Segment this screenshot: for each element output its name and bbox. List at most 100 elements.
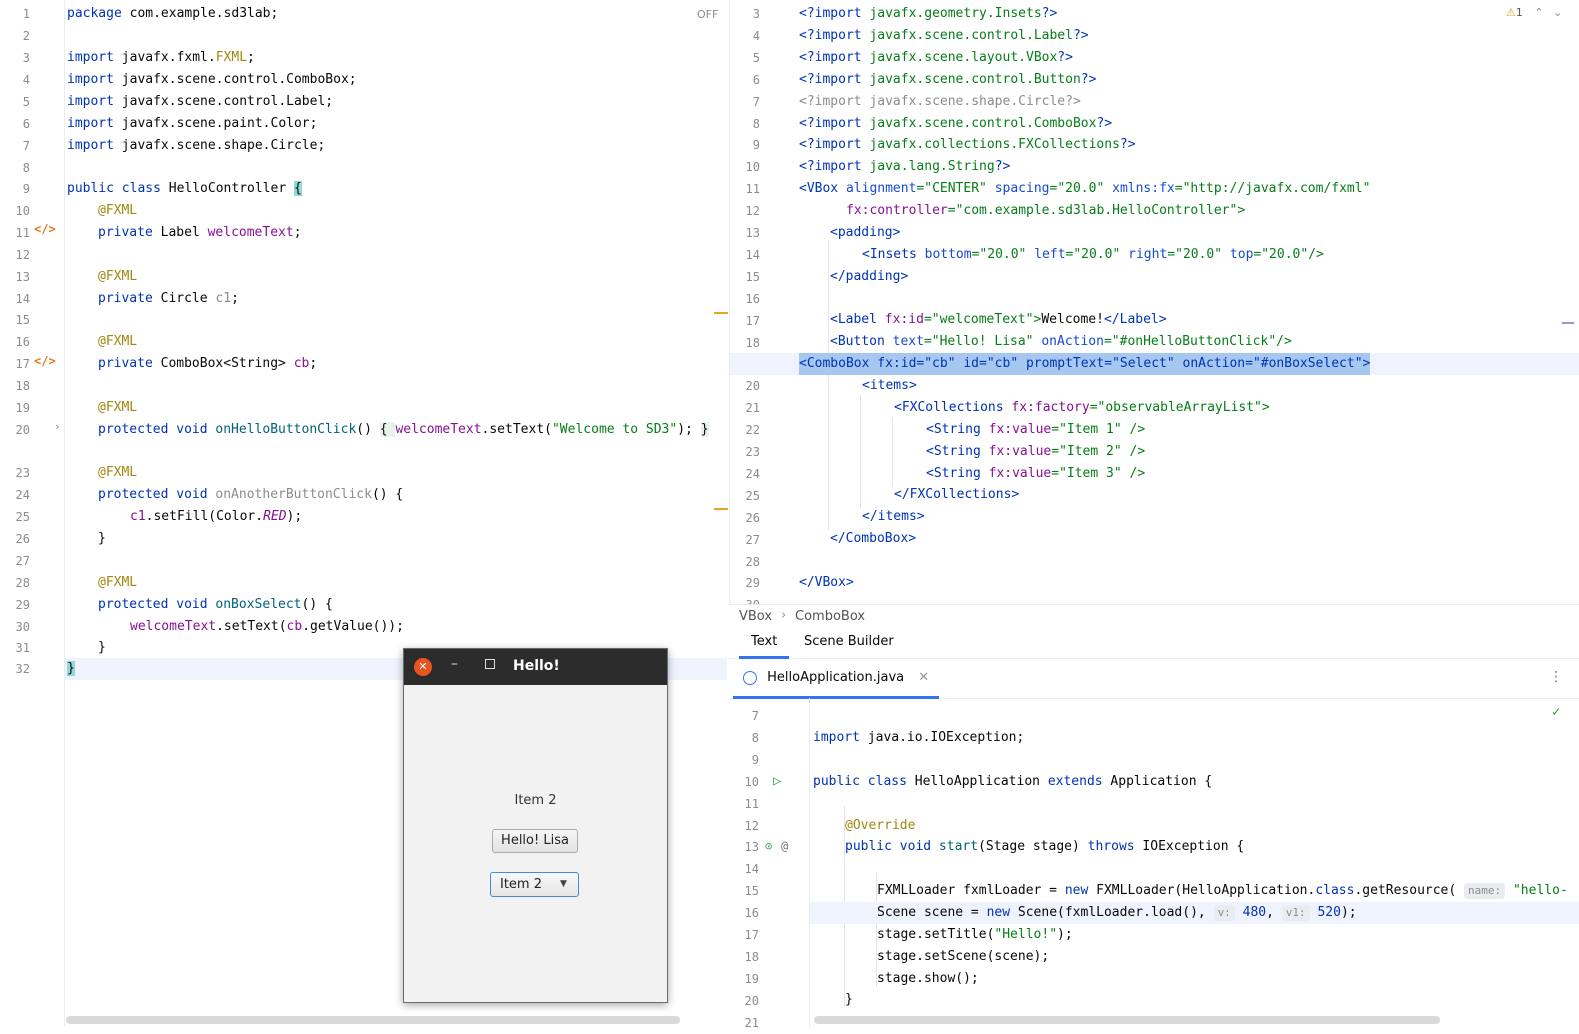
line-number: 5 [22, 95, 30, 109]
javafx-app-window[interactable]: ✕ – Hello! Item 2 Hello! Lisa Item 2 ▼ [403, 648, 668, 1003]
line-number: 18 [745, 335, 760, 350]
code-line: <?import javafx.scene.shape.Circle?> [799, 93, 1081, 109]
code-line: } [98, 531, 106, 546]
line-number: 26 [15, 532, 30, 546]
warning-indicator[interactable]: ⚠1 ⌃ ⌄ [1506, 6, 1562, 19]
chevron-down-icon[interactable]: ⌄ [1553, 6, 1562, 19]
line-number: 20 [15, 423, 30, 437]
code-line: <Insets bottom="20.0" left="20.0" right=… [862, 247, 1324, 262]
line-number: 3 [752, 7, 760, 21]
line-number: 22 [745, 423, 760, 438]
code-line: FXMLLoader fxmlLoader = new FXMLLoader(H… [877, 883, 1568, 899]
minimize-button[interactable]: – [451, 656, 458, 672]
line-number: 17 [15, 357, 30, 371]
hello-button[interactable]: Hello! Lisa [492, 829, 578, 853]
line-number: 4 [22, 73, 30, 87]
indent-guide [892, 417, 893, 487]
inspection-status[interactable]: OFF [697, 8, 718, 21]
code-line: @FXML [98, 575, 138, 590]
tab-text[interactable]: Text [739, 628, 790, 659]
line-number: 9 [752, 138, 760, 153]
fxml-editor[interactable]: 3456789101112131415161718192021222324252… [729, 0, 1579, 604]
fold-arrow-icon[interactable]: › [54, 420, 61, 433]
breadcrumb-item[interactable]: ComboBox [795, 609, 865, 624]
window-titlebar[interactable]: ✕ – Hello! [404, 649, 667, 685]
code-line: <Label fx:id="welcomeText">Welcome!</Lab… [830, 312, 1167, 327]
item-combobox[interactable]: Item 2 ▼ [490, 872, 579, 897]
horizontal-scrollbar[interactable] [66, 1016, 680, 1024]
file-tab[interactable]: HelloApplication.java ✕ [733, 660, 940, 699]
code-line: public class HelloController { [67, 181, 302, 196]
line-number: 8 [751, 730, 759, 745]
line-number: 20 [744, 993, 759, 1008]
parameter-hint: v: [1213, 905, 1235, 921]
java-editor[interactable]: 7 8 9 10 11 12 13 14 15 16 17 18 19 20 21 ✓ ▷ ⊙ @ impo… [729, 698, 1579, 1028]
code-line: protected void onBoxSelect() { [98, 597, 333, 612]
code-line: Scene scene = new Scene(fxmlLoader.load(… [877, 905, 1357, 921]
code-line: @Override [845, 818, 916, 833]
code-line: <VBox alignment="CENTER" spacing="20.0" … [799, 181, 1371, 196]
code-line: <FXCollections fx:factory="observableArr… [894, 400, 1270, 415]
line-number: 9 [22, 182, 30, 196]
fxml-link-icon[interactable]: </> [34, 222, 56, 236]
welcome-label: Item 2 [514, 793, 557, 808]
code-line: private ComboBox<String> cb; [98, 356, 318, 371]
code-line: <?import javafx.scene.layout.VBox?> [799, 49, 1073, 65]
line-number: 12 [744, 818, 759, 833]
code-line: protected void onHelloButtonClick() { we… [98, 422, 709, 437]
line-number: 12 [745, 204, 760, 219]
line-number: 11 [745, 182, 760, 197]
horizontal-scrollbar[interactable] [814, 1016, 1440, 1024]
warning-icon: ⚠ [1506, 6, 1516, 19]
line-number: 8 [752, 116, 760, 131]
line-number: 28 [15, 576, 30, 590]
line-number: 1 [22, 7, 30, 21]
code-line: <?import javafx.scene.control.ComboBox?> [799, 115, 1113, 131]
parameter-hint: v1: [1281, 905, 1310, 921]
line-number: 10 [744, 774, 759, 789]
line-number: 19 [744, 971, 759, 986]
code-line: } [98, 640, 106, 655]
line-number: 15 [15, 313, 30, 327]
line-number: 17 [745, 313, 760, 328]
line-number: 13 [744, 840, 759, 855]
chevron-down-icon[interactable]: ▼ [560, 873, 567, 896]
maximize-button[interactable] [485, 659, 495, 669]
line-number: 28 [745, 554, 760, 569]
code-line: stage.show(); [877, 971, 979, 986]
line-number: 6 [22, 117, 30, 131]
change-marker [714, 312, 728, 314]
code-line: stage.setScene(scene); [877, 949, 1050, 964]
code-line: protected void onAnotherButtonClick() { [98, 487, 404, 502]
run-icon[interactable]: ▷ [773, 773, 781, 789]
code-line: import javafx.scene.control.Label; [67, 94, 334, 109]
breadcrumb-item[interactable]: VBox [739, 609, 772, 624]
line-number: 32 [15, 662, 30, 676]
line-number: 30 [15, 620, 30, 634]
code-line: </items> [862, 509, 925, 524]
editor-mode-tabs: Text Scene Builder [729, 628, 1579, 659]
line-number: 17 [744, 928, 759, 942]
fxml-link-icon[interactable]: </> [34, 354, 56, 368]
indent-guide [860, 395, 861, 508]
code-line: @FXML [98, 400, 138, 415]
line-number: 15 [745, 269, 760, 284]
code-line: <?import javafx.collections.FXCollection… [799, 137, 1136, 153]
code-line: @FXML [98, 269, 138, 284]
line-number: 4 [752, 28, 760, 43]
chevron-up-icon[interactable]: ⌃ [1534, 6, 1543, 19]
line-number: 20 [745, 379, 760, 394]
line-number: 8 [22, 161, 30, 175]
change-marker [714, 508, 728, 510]
code-line: @FXML [98, 203, 138, 218]
tab-scene-builder[interactable]: Scene Builder [804, 628, 894, 656]
override-icon[interactable]: ⊙ [765, 839, 772, 853]
line-number: 13 [745, 226, 760, 240]
code-line: <?import javafx.geometry.Insets?> [799, 6, 1058, 21]
code-line: <?import java.lang.String?> [799, 159, 1011, 175]
close-icon[interactable]: ✕ [918, 670, 929, 685]
close-window-button[interactable]: ✕ [414, 658, 432, 676]
more-options-icon[interactable]: ⋮ [1549, 669, 1563, 685]
implements-icon[interactable]: @ [781, 839, 788, 853]
line-number: 10 [15, 204, 30, 218]
